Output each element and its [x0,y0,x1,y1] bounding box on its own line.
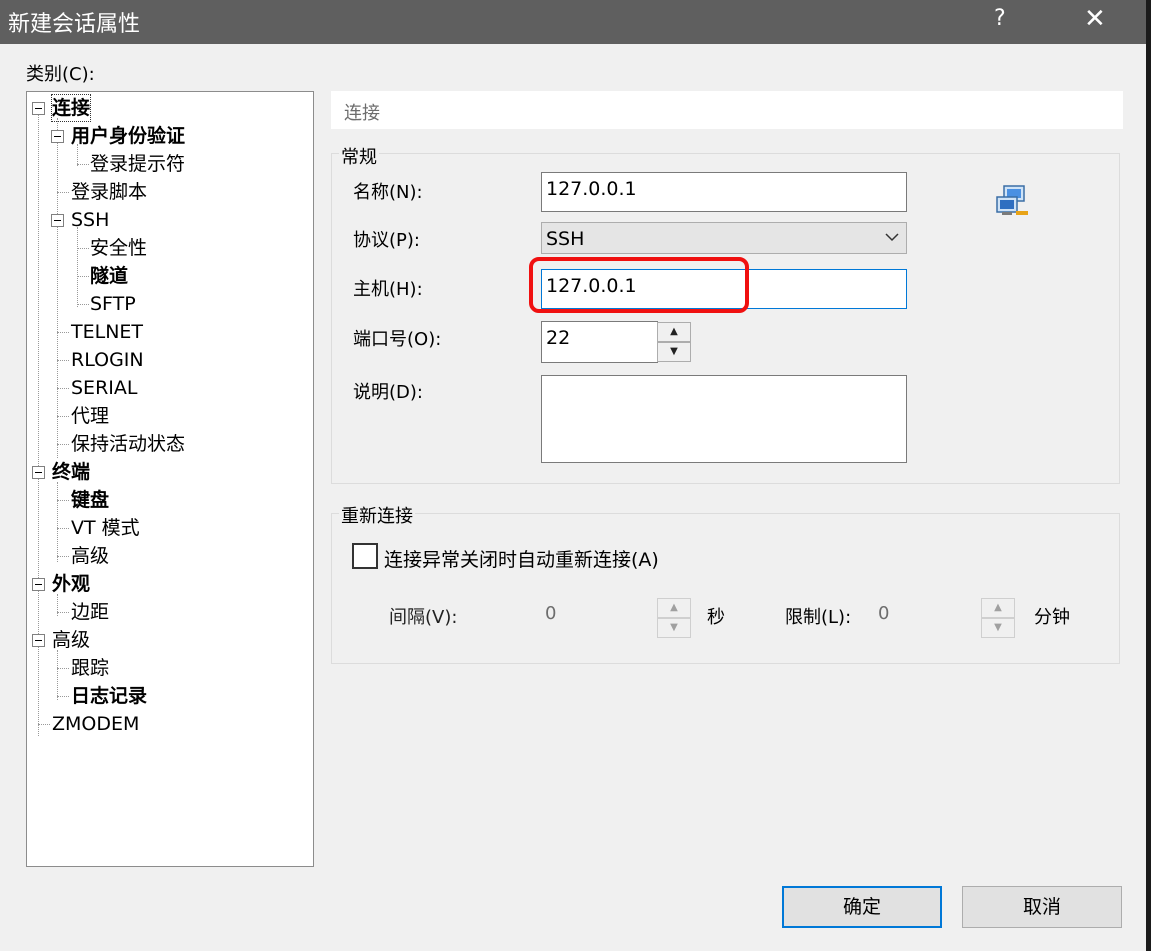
tree-item-sftp[interactable]: SFTP [90,291,136,317]
port-label: 端口号(O): [353,329,442,350]
window-edge [1146,0,1151,951]
protocol-label: 协议(P): [353,230,420,251]
collapse-box-icon[interactable] [32,634,45,647]
tree-item-appearance[interactable]: 外观 [52,571,90,597]
port-input[interactable]: 22 [541,321,658,363]
tree-item-terminal[interactable]: 终端 [52,459,90,485]
tree-line [77,276,89,277]
collapse-box-icon[interactable] [32,102,45,115]
tree-line [57,556,69,557]
tree-item-connection[interactable]: 连接 [50,94,92,122]
interval-label: 间隔(V): [389,607,458,628]
tree-item-advanced[interactable]: 高级 [52,627,90,653]
interval-spin-down: ▼ [657,618,691,638]
panel-header: 连接 [331,91,1123,129]
tree-line [57,612,69,613]
window-title: 新建会话属性 [8,12,141,37]
name-input[interactable]: 127.0.0.1 [541,172,907,212]
interval-unit: 秒 [707,607,725,628]
tree-item-logging[interactable]: 日志记录 [71,683,147,709]
auto-reconnect-label: 连接异常关闭时自动重新连接(A) [384,549,659,571]
tree-line [38,724,50,725]
tree-line [57,696,69,697]
panel-header-text: 连接 [344,103,380,124]
tree-item-proxy[interactable]: 代理 [71,403,109,429]
tree-item-login-script[interactable]: 登录脚本 [71,179,147,205]
category-label: 类别(C): [26,64,95,85]
reconnect-group-title: 重新连接 [339,502,415,528]
tree-line [57,482,58,562]
reconnect-group [331,513,1120,664]
description-label: 说明(D): [353,382,423,403]
collapse-box-icon[interactable] [32,578,45,591]
tree-item-security[interactable]: 安全性 [90,235,147,261]
tree-item-serial[interactable]: SERIAL [71,375,137,401]
tree-item-rlogin[interactable]: RLOGIN [71,347,144,373]
tree-item-keepalive[interactable]: 保持活动状态 [71,431,185,457]
description-textarea[interactable] [541,375,907,463]
limit-spin-down: ▼ [981,618,1015,638]
tree-item-auth[interactable]: 用户身份验证 [71,123,185,149]
tree-line [57,192,69,193]
tree-line [57,332,69,333]
tree-line [57,500,69,501]
interval-spin-up: ▲ [657,598,691,618]
tree-line [57,360,69,361]
protocol-select[interactable]: SSH [541,222,907,254]
tree-line [57,444,69,445]
tree-line [57,388,69,389]
name-label: 名称(N): [353,182,423,203]
tree-line [77,227,78,307]
network-computers-icon [996,185,1028,215]
limit-spin-up: ▲ [981,598,1015,618]
chevron-down-icon [885,233,899,242]
general-group-title: 常规 [339,143,379,169]
collapse-box-icon[interactable] [51,214,64,227]
cancel-button[interactable]: 取消 [962,886,1122,928]
tree-item-zmodem[interactable]: ZMODEM [52,711,139,737]
collapse-box-icon[interactable] [51,130,64,143]
tree-line [77,248,89,249]
port-spin-up[interactable]: ▲ [657,322,691,342]
tree-item-telnet[interactable]: TELNET [71,319,143,345]
tree-item-vt-mode[interactable]: VT 模式 [71,515,140,541]
limit-label: 限制(L): [785,607,852,628]
help-button[interactable]: ? [994,6,1006,31]
protocol-value: SSH [546,228,585,250]
ok-button[interactable]: 确定 [782,886,942,928]
tree-item-tunnel[interactable]: 隧道 [90,263,128,289]
auto-reconnect-checkbox[interactable] [352,543,378,569]
limit-value: 0 [878,603,890,624]
dialog-window: 新建会话属性 ? ✕ 类别(C): 连接 用户身份验证 登录提示符 登录脚本 S… [0,0,1146,951]
tree-item-margins[interactable]: 边距 [71,599,109,625]
tree-line [77,304,89,305]
tree-line [57,416,69,417]
tree-line [57,668,69,669]
collapse-box-icon[interactable] [32,466,45,479]
tree-item-trace[interactable]: 跟踪 [71,655,109,681]
tree-line [57,118,58,458]
tree-item-terminal-advanced[interactable]: 高级 [71,543,109,569]
tree-item-ssh[interactable]: SSH [71,207,109,233]
close-button[interactable]: ✕ [1084,4,1106,34]
category-tree[interactable]: 连接 用户身份验证 登录提示符 登录脚本 SSH 安全性 隧道 SFTP TEL… [26,91,314,867]
highlight-annotation [529,257,749,313]
tree-item-login-prompt[interactable]: 登录提示符 [90,151,185,177]
interval-value: 0 [545,603,557,624]
port-spin-down[interactable]: ▼ [657,342,691,362]
tree-item-keyboard[interactable]: 键盘 [71,487,109,513]
host-label: 主机(H): [353,279,423,300]
tree-line [57,528,69,529]
limit-unit: 分钟 [1034,607,1070,628]
tree-line [57,650,58,700]
title-bar: 新建会话属性 ? ✕ [0,0,1146,44]
tree-line [77,164,89,165]
